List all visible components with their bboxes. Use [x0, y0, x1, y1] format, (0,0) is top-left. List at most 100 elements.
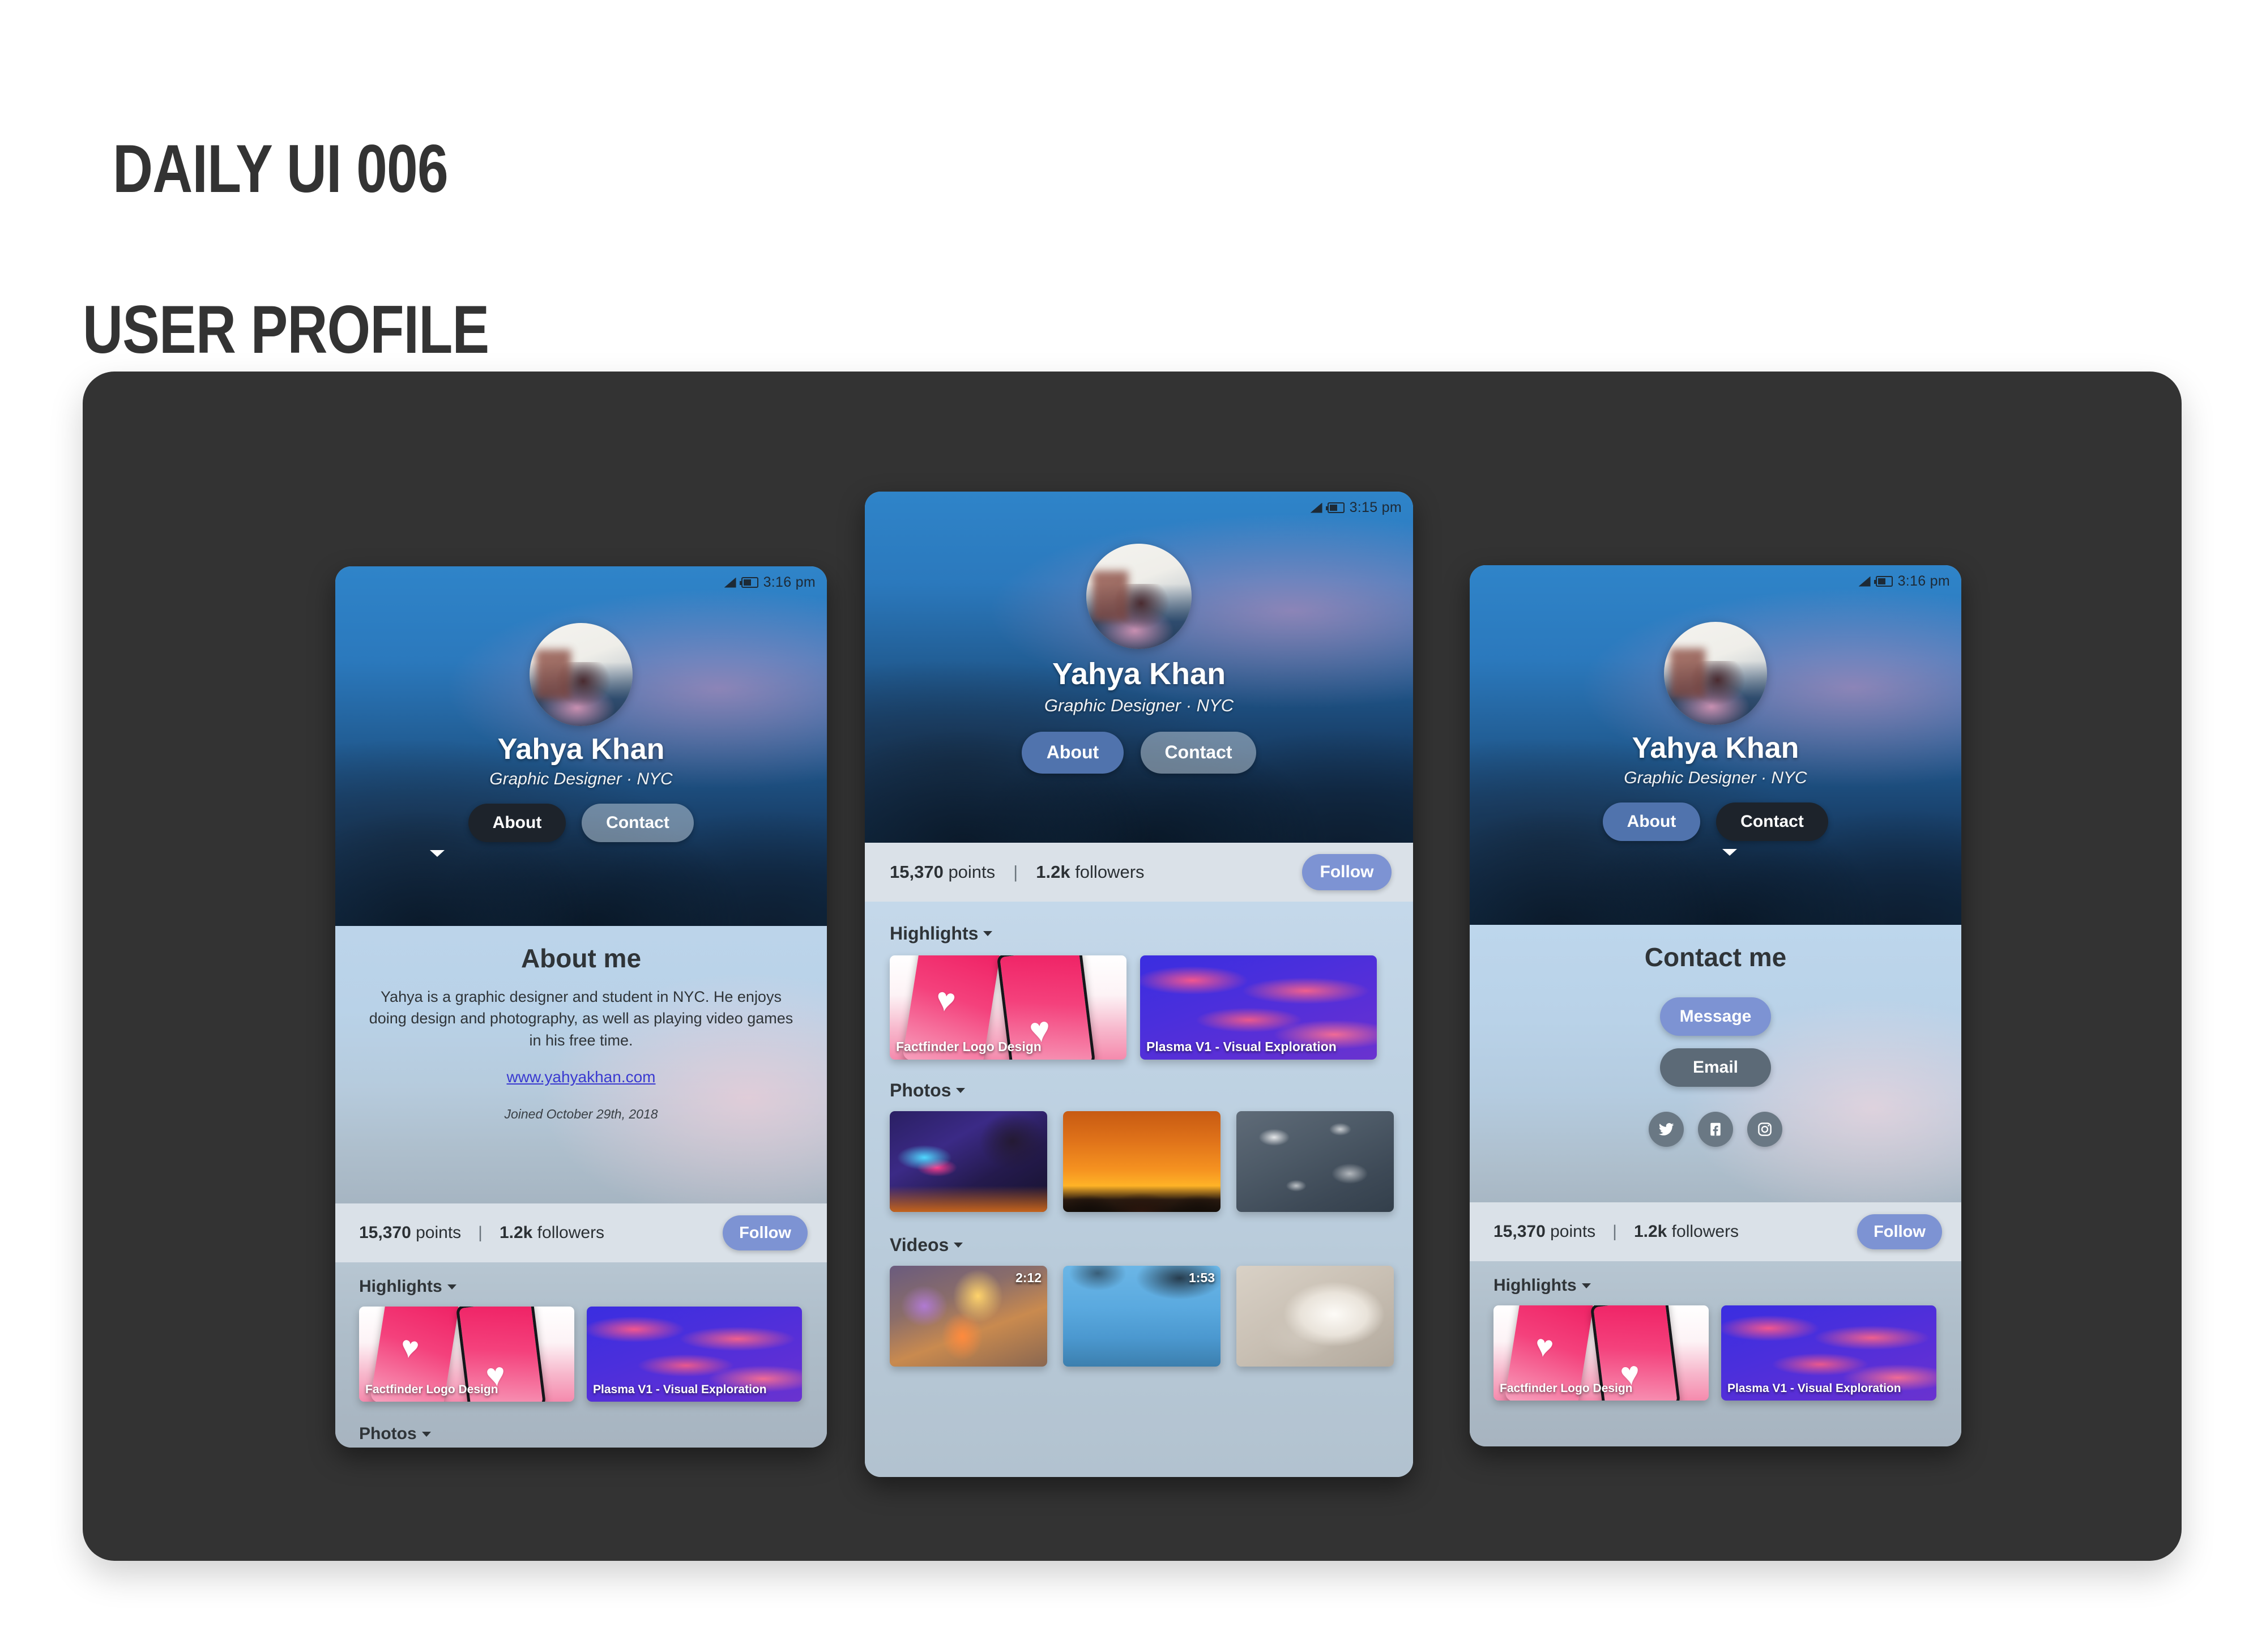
video-duration: 1:53	[1188, 1270, 1215, 1285]
photo-artwork	[1236, 1111, 1394, 1212]
tab-contact[interactable]: Contact	[1141, 731, 1256, 774]
section-header-highlights[interactable]: Highlights	[1493, 1276, 1961, 1295]
highlight-card-title: Factfinder Logo Design	[896, 1039, 1042, 1054]
points-stat: 15,370 points	[359, 1223, 461, 1243]
profile-hero-right: 3:16 pm Yahya Khan Graphic Designer · NY…	[1470, 565, 1961, 925]
points-value: 15,370	[1493, 1222, 1546, 1241]
photo-artwork	[1063, 1111, 1221, 1212]
highlight-card[interactable]: Plasma V1 - Visual Exploration	[1721, 1305, 1936, 1401]
tab-about[interactable]: About	[468, 803, 566, 842]
avatar[interactable]	[530, 623, 633, 726]
highlights-row-left[interactable]: ♥ ♥ Factfinder Logo Design Plasma V1 - V…	[359, 1307, 827, 1402]
follow-button[interactable]: Follow	[723, 1215, 808, 1250]
section-header-videos[interactable]: Videos	[890, 1235, 1413, 1256]
chevron-down-icon	[1581, 1283, 1591, 1288]
highlight-card-title: Factfinder Logo Design	[365, 1383, 498, 1396]
message-button[interactable]: Message	[1660, 997, 1771, 1036]
follow-button[interactable]: Follow	[1302, 854, 1392, 890]
page-title-line-1: DAILY UI 006	[113, 131, 449, 207]
status-time: 3:16 pm	[763, 574, 816, 590]
tab-contact[interactable]: Contact	[582, 803, 694, 842]
points-label: points	[411, 1223, 462, 1242]
media-area-center: Highlights ♥ ♥ Factfinder Logo Design Pl…	[865, 902, 1413, 1477]
profile-name: Yahya Khan	[497, 733, 665, 766]
chevron-down-icon	[1722, 848, 1737, 856]
joined-date: Joined October 29th, 2018	[504, 1106, 658, 1121]
social-links	[1649, 1112, 1782, 1147]
section-header-highlights[interactable]: Highlights	[359, 1277, 827, 1296]
avatar[interactable]	[1086, 544, 1192, 649]
followers-stat: 1.2k followers	[500, 1223, 604, 1243]
battery-icon	[1325, 502, 1345, 513]
profile-role: Graphic Designer · NYC	[489, 769, 673, 788]
section-label-highlights: Highlights	[359, 1277, 442, 1296]
profile-name: Yahya Khan	[1052, 657, 1226, 691]
profile-hero-center: 3:15 pm Yahya Khan Graphic Designer · NY…	[865, 492, 1413, 843]
status-time: 3:15 pm	[1349, 500, 1402, 515]
email-button[interactable]: Email	[1660, 1048, 1771, 1087]
followers-value: 1.2k	[499, 1223, 533, 1242]
about-panel: About me Yahya is a graphic designer and…	[335, 926, 827, 1203]
points-value: 15,370	[890, 862, 944, 882]
highlight-card[interactable]: ♥ ♥ Factfinder Logo Design	[1493, 1305, 1709, 1401]
tab-about[interactable]: About	[1603, 802, 1700, 841]
section-header-photos[interactable]: Photos	[890, 1080, 1413, 1101]
phone-mockup-contact: 3:16 pm Yahya Khan Graphic Designer · NY…	[1470, 565, 1961, 1446]
about-heading: About me	[520, 944, 642, 973]
followers-value: 1.2k	[1633, 1222, 1667, 1241]
phone-mockup-about: 3:16 pm Yahya Khan Graphic Designer · NY…	[335, 566, 827, 1448]
battery-icon	[739, 577, 758, 588]
section-label-highlights: Highlights	[1493, 1276, 1577, 1295]
twitter-icon[interactable]	[1649, 1112, 1684, 1147]
video-thumbnail[interactable]: 2:12	[890, 1266, 1047, 1367]
photo-artwork	[890, 1111, 1047, 1212]
video-thumbnail[interactable]: 1:53	[1063, 1266, 1221, 1367]
signal-bars-icon	[724, 577, 736, 588]
page-title-line-2: USER PROFILE	[83, 292, 489, 368]
highlight-card[interactable]: Plasma V1 - Visual Exploration	[587, 1307, 802, 1402]
photo-thumbnail[interactable]	[1063, 1111, 1221, 1212]
status-bar-left: 3:16 pm	[724, 574, 816, 591]
avatar[interactable]	[1664, 622, 1767, 725]
chevron-down-icon	[983, 931, 993, 936]
highlight-card[interactable]: Plasma V1 - Visual Exploration	[1140, 955, 1377, 1060]
highlight-card-title: Plasma V1 - Visual Exploration	[593, 1383, 767, 1396]
status-time: 3:16 pm	[1897, 573, 1950, 589]
section-label-highlights: Highlights	[890, 923, 979, 944]
stats-separator: |	[1013, 862, 1018, 882]
tab-about[interactable]: About	[1022, 731, 1124, 774]
highlights-row-center[interactable]: ♥ ♥ Factfinder Logo Design Plasma V1 - V…	[890, 955, 1413, 1060]
photos-row[interactable]	[890, 1111, 1413, 1212]
status-bar-right: 3:16 pm	[1858, 573, 1950, 590]
highlight-card[interactable]: ♥ ♥ Factfinder Logo Design	[359, 1307, 574, 1402]
section-header-photos[interactable]: Photos	[359, 1424, 827, 1444]
points-label: points	[1545, 1222, 1596, 1241]
highlight-card[interactable]: ♥ ♥ Factfinder Logo Design	[890, 955, 1126, 1060]
followers-stat: 1.2k followers	[1036, 862, 1144, 882]
highlights-row-right[interactable]: ♥ ♥ Factfinder Logo Design Plasma V1 - V…	[1493, 1305, 1961, 1401]
video-thumbnail[interactable]	[1236, 1266, 1394, 1367]
points-stat: 15,370 points	[1493, 1222, 1595, 1241]
status-bar-center: 3:15 pm	[1310, 500, 1402, 516]
highlight-card-title: Plasma V1 - Visual Exploration	[1146, 1039, 1337, 1054]
facebook-icon[interactable]	[1698, 1112, 1733, 1147]
points-label: points	[943, 862, 996, 882]
followers-value: 1.2k	[1036, 862, 1070, 882]
followers-label: followers	[532, 1223, 605, 1242]
profile-hero-left: 3:16 pm Yahya Khan Graphic Designer · NY…	[335, 566, 827, 926]
points-value: 15,370	[359, 1223, 411, 1242]
stats-bar-right: 15,370 points | 1.2k followers Follow	[1470, 1202, 1961, 1261]
highlight-card-title: Factfinder Logo Design	[1500, 1382, 1633, 1395]
section-header-highlights[interactable]: Highlights	[890, 923, 1413, 944]
videos-row[interactable]: 2:12 1:53	[890, 1266, 1413, 1367]
contact-panel: Contact me Message Email	[1470, 925, 1961, 1202]
tab-contact[interactable]: Contact	[1716, 802, 1828, 841]
website-link[interactable]: www.yahyakhan.com	[364, 1068, 799, 1086]
follow-button[interactable]: Follow	[1857, 1214, 1942, 1249]
chevron-down-icon	[956, 1088, 966, 1093]
photo-thumbnail[interactable]	[1236, 1111, 1394, 1212]
photo-thumbnail[interactable]	[890, 1111, 1047, 1212]
instagram-icon[interactable]	[1747, 1112, 1782, 1147]
signal-bars-icon	[1310, 502, 1322, 513]
points-stat: 15,370 points	[890, 862, 995, 882]
